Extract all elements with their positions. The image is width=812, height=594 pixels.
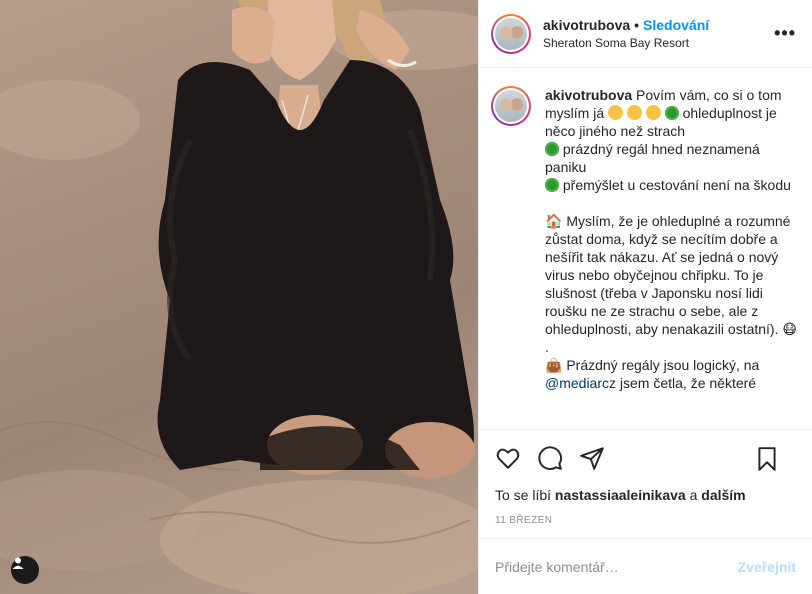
likes-others-link[interactable]: dalším bbox=[701, 487, 745, 503]
bookmark-icon[interactable] bbox=[754, 446, 780, 472]
likes-user-link[interactable]: nastassiaaleinikava bbox=[555, 487, 686, 503]
separator-dot: • bbox=[634, 17, 640, 34]
caption-section: akivotrubova Povím vám, co si o tom mysl… bbox=[479, 68, 812, 428]
post-photo[interactable] bbox=[0, 0, 478, 594]
mention-link[interactable]: @mediarcz bbox=[545, 375, 616, 391]
caption-paragraph-2: Myslím, že je ohleduplné a rozumné zůsta… bbox=[545, 213, 791, 338]
post-date[interactable]: 11 BŘEZEN bbox=[479, 509, 812, 538]
upside-down-face-icon bbox=[626, 105, 642, 121]
tagged-users-button[interactable] bbox=[11, 556, 39, 584]
follow-button[interactable]: Sledování bbox=[643, 17, 709, 33]
upside-down-face-icon bbox=[608, 105, 624, 121]
user-icon bbox=[12, 557, 24, 569]
virus-icon bbox=[545, 142, 559, 157]
shopping-bag-icon: 👜 bbox=[545, 357, 563, 374]
avatar[interactable] bbox=[491, 13, 531, 54]
comment-input[interactable] bbox=[495, 558, 738, 575]
face-with-mask-icon: 😷 bbox=[782, 321, 797, 338]
action-bar bbox=[479, 428, 812, 486]
heart-icon[interactable] bbox=[495, 445, 521, 471]
caption-paragraph-3-tail: jsem četla, že některé bbox=[619, 375, 757, 392]
location-link[interactable]: Sheraton Soma Bay Resort bbox=[543, 36, 709, 50]
virus-icon bbox=[545, 178, 559, 193]
comment-form: Zveřejnit bbox=[479, 538, 812, 594]
comment-icon[interactable] bbox=[537, 445, 563, 471]
caption-text: akivotrubova Povím vám, co si o tom mysl… bbox=[545, 86, 800, 392]
caption-avatar[interactable] bbox=[491, 86, 531, 127]
post-details-panel: akivotrubova • Sledování Sheraton Soma B… bbox=[478, 0, 812, 594]
share-icon[interactable] bbox=[579, 445, 605, 471]
house-icon: 🏠 bbox=[545, 213, 563, 230]
more-options-icon[interactable]: ••• bbox=[774, 24, 796, 42]
caption-paragraph-3: Prázdný regály jsou logický, na bbox=[566, 357, 760, 374]
caption-dot: . bbox=[545, 339, 549, 356]
upside-down-face-icon bbox=[645, 105, 661, 121]
likes-summary: To se líbí nastassiaaleinikava a dalším bbox=[479, 485, 812, 508]
caption-line-4: přemýšlet u cestování není na škodu bbox=[562, 177, 791, 194]
photo-illustration bbox=[0, 0, 478, 594]
virus-icon bbox=[664, 106, 679, 121]
username-link[interactable]: akivotrubova bbox=[543, 17, 630, 33]
caption-line-3: prázdný regál hned neznamená paniku bbox=[545, 141, 760, 176]
likes-prefix: To se líbí bbox=[495, 487, 552, 504]
likes-and: a bbox=[689, 487, 698, 504]
post-header: akivotrubova • Sledování Sheraton Soma B… bbox=[479, 0, 812, 69]
post-comment-button[interactable]: Zveřejnit bbox=[738, 559, 796, 575]
caption-username[interactable]: akivotrubova bbox=[545, 87, 632, 103]
